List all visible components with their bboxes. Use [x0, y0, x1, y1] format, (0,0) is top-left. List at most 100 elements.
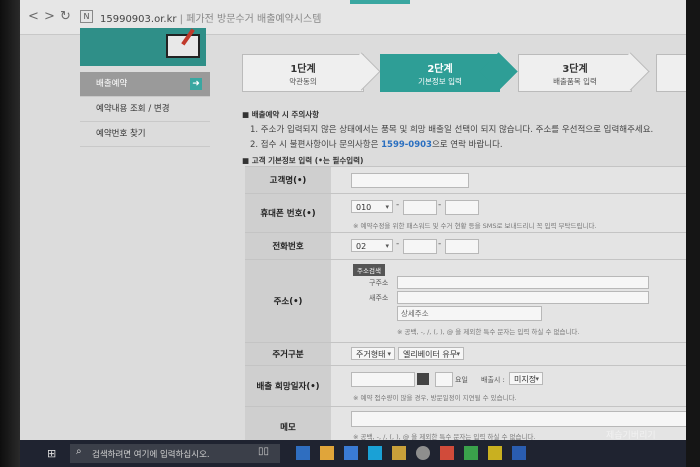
- notice-line-1: 1. 주소가 입력되지 않은 상태에서는 품목 및 희망 배출일 선택이 되지 …: [250, 125, 654, 135]
- taskbar-search-placeholder: 검색하려면 여기에 입력하십시오.: [92, 450, 210, 460]
- browser-screen: < > ↻ N 15990903.or.kr | 페가전 방문수거 배출예약시스…: [20, 0, 686, 440]
- address-search-button[interactable]: 주소검색: [353, 264, 385, 276]
- weekday-input: [435, 372, 453, 387]
- address-label: 주소(•): [245, 260, 331, 342]
- word-app-icon[interactable]: [512, 446, 526, 460]
- sidebar-item-label: 배출예약: [96, 79, 128, 89]
- back-button[interactable]: <: [28, 9, 39, 24]
- taskbar-search-box[interactable]: ⌕ 검색하려면 여기에 입력하십시오.: [70, 444, 280, 463]
- app-icon[interactable]: [392, 446, 406, 460]
- phone-last-input[interactable]: [445, 239, 479, 254]
- forward-button[interactable]: >: [44, 9, 55, 24]
- memo-hint: ※ 공백, -, /, (, ), @ 을 제외한 특수 문자는 입력 하실 수…: [353, 433, 536, 440]
- watermark-caption: 제습기버리기: [606, 431, 656, 441]
- mobile-middle-input[interactable]: [403, 200, 437, 215]
- row-housing: 주거구분 주거형태 ▾ 엘리베이터 유무 ▾: [245, 342, 686, 365]
- date-label: 배출 희망일자(•): [245, 366, 331, 406]
- section-title: ■ 고객 기본정보 입력 (•는 필수입력): [242, 156, 364, 165]
- file-explorer-icon[interactable]: [320, 446, 334, 460]
- mobile-label: 휴대폰 번호(•): [245, 194, 331, 232]
- monitor-illustration-icon: [166, 34, 200, 58]
- step-name: 기본정보 입력: [418, 77, 462, 86]
- step-name: 약관동의: [289, 77, 317, 86]
- reload-button[interactable]: ↻: [60, 9, 71, 24]
- notice-line-2-text: 2. 접수 시 불편사항이나 문의사항은: [250, 140, 382, 150]
- time-value: 미지정: [514, 375, 537, 384]
- phone-middle-input[interactable]: [403, 239, 437, 254]
- monitor-bezel-right: [686, 0, 700, 467]
- mobile-prefix-select[interactable]: 010 ▾: [351, 200, 393, 213]
- dash: -: [396, 200, 400, 210]
- sidebar-banner: [80, 28, 206, 66]
- date-hint: ※ 예약 접수량이 많을 경우, 방문일정이 지연될 수 있습니다.: [353, 394, 517, 402]
- memo-label: 메모: [245, 407, 331, 440]
- chevron-down-icon: ▾: [387, 350, 391, 358]
- memo-input[interactable]: [351, 411, 686, 427]
- monitor-bezel-left: [0, 0, 20, 467]
- new-address-label: 새주소: [369, 294, 389, 302]
- twitter-app-icon[interactable]: [368, 446, 382, 460]
- notice-title: ■ 배출예약 시 주의사항: [242, 110, 320, 119]
- windows-taskbar: ⊞ ⌕ 검색하려면 여기에 입력하십시오. ▯▯: [20, 440, 686, 467]
- mobile-last-input[interactable]: [445, 200, 479, 215]
- sidebar-item-label: 예약번호 찾기: [96, 129, 146, 139]
- kakao-app-icon[interactable]: [488, 446, 502, 460]
- detail-address-input[interactable]: 상세주소: [397, 306, 542, 321]
- name-label: 고객명(•): [245, 167, 331, 193]
- windows-start-icon[interactable]: ⊞: [47, 447, 56, 460]
- address-hint: ※ 공백, -, /, (, ), @ 을 제외한 특수 문자는 입력 하실 수…: [397, 328, 580, 336]
- mobile-prefix-value: 010: [356, 203, 372, 212]
- settings-icon[interactable]: [416, 446, 430, 460]
- housing-type-select[interactable]: 주거형태 ▾: [351, 347, 395, 360]
- row-address: 주소(•) 주소검색 구주소 새주소 상세주소 ※ 공백, -, /, (, )…: [245, 259, 686, 342]
- housing-label: 주거구분: [245, 343, 331, 365]
- url-page-title: 페가전 방문수거 배출예약시스템: [186, 14, 322, 25]
- calendar-icon[interactable]: [417, 373, 429, 385]
- time-label: 배출시 :: [481, 376, 505, 384]
- housing-type-value: 주거형태: [356, 350, 386, 359]
- phone-prefix-value: 02: [356, 242, 367, 251]
- url-domain: 15990903.or.kr: [100, 14, 177, 25]
- task-view-icon[interactable]: ▯▯: [258, 446, 272, 460]
- step-indicator: 1단계 약관동의 2단계 기본정보 입력 3단계 배출품목 입력: [242, 52, 686, 92]
- edge-browser-icon[interactable]: [296, 446, 310, 460]
- mobile-hint: ※ 예약수정을 위한 패스워드 및 수거 현황 등을 SMS로 보내드리니 꼭 …: [353, 222, 597, 230]
- dash: -: [438, 200, 442, 210]
- dash: -: [438, 239, 442, 249]
- chevron-down-icon: ▾: [385, 242, 389, 250]
- row-phone: 전화번호 02 ▾ - -: [245, 232, 686, 259]
- name-input[interactable]: [351, 173, 469, 188]
- date-input[interactable]: [351, 372, 415, 387]
- old-address-label: 구주소: [369, 279, 389, 287]
- arrow-right-icon: ➜: [190, 78, 202, 90]
- site-favicon-icon: N: [80, 10, 93, 23]
- search-icon: ⌕: [76, 446, 82, 457]
- chevron-down-icon: ▾: [456, 350, 460, 358]
- notice-box: ■ 배출예약 시 주의사항 1. 주소가 입력되지 않은 상태에서는 품목 및 …: [242, 109, 682, 150]
- chevron-down-icon: ▾: [535, 375, 539, 383]
- new-address-input[interactable]: [397, 291, 649, 304]
- sidebar-item-lookup[interactable]: 예약내용 조회 / 변경: [80, 97, 210, 122]
- notice-line-2-suffix: 으로 연락 바랍니다.: [431, 140, 503, 150]
- customer-info-form: 고객명(•) 휴대폰 번호(•) 010 ▾ - - ※ 예약수정을 위한 패스워…: [245, 166, 686, 440]
- sidebar-item-reservation[interactable]: 배출예약 ➜: [80, 72, 210, 97]
- url-field[interactable]: 15990903.or.kr | 페가전 방문수거 배출예약시스템: [100, 10, 321, 25]
- sidebar-item-label: 예약내용 조회 / 변경: [96, 104, 170, 114]
- elevator-value: 엘리베이터 유무: [403, 350, 458, 359]
- mail-icon[interactable]: [344, 446, 358, 460]
- dash: -: [396, 239, 400, 249]
- time-select[interactable]: 미지정 ▾: [509, 372, 543, 385]
- step-4: [656, 54, 686, 92]
- chat-app-icon[interactable]: [464, 446, 478, 460]
- step-name: 배출품목 입력: [553, 77, 597, 86]
- elevator-select[interactable]: 엘리베이터 유무 ▾: [398, 347, 464, 360]
- active-tab-indicator: [350, 0, 410, 4]
- old-address-input[interactable]: [397, 276, 649, 289]
- phone-prefix-select[interactable]: 02 ▾: [351, 239, 393, 252]
- chevron-down-icon: ▾: [385, 203, 389, 211]
- notice-line-2: 2. 접수 시 불편사항이나 문의사항은 1599-0903으로 연락 바랍니다…: [242, 138, 682, 150]
- media-app-icon[interactable]: [440, 446, 454, 460]
- sidebar-item-find-number[interactable]: 예약번호 찾기: [80, 122, 210, 147]
- row-date: 배출 희망일자(•) 요일 배출시 : 미지정 ▾ ※ 예약 접수량이 많을 경우…: [245, 365, 686, 406]
- row-name: 고객명(•): [245, 166, 686, 193]
